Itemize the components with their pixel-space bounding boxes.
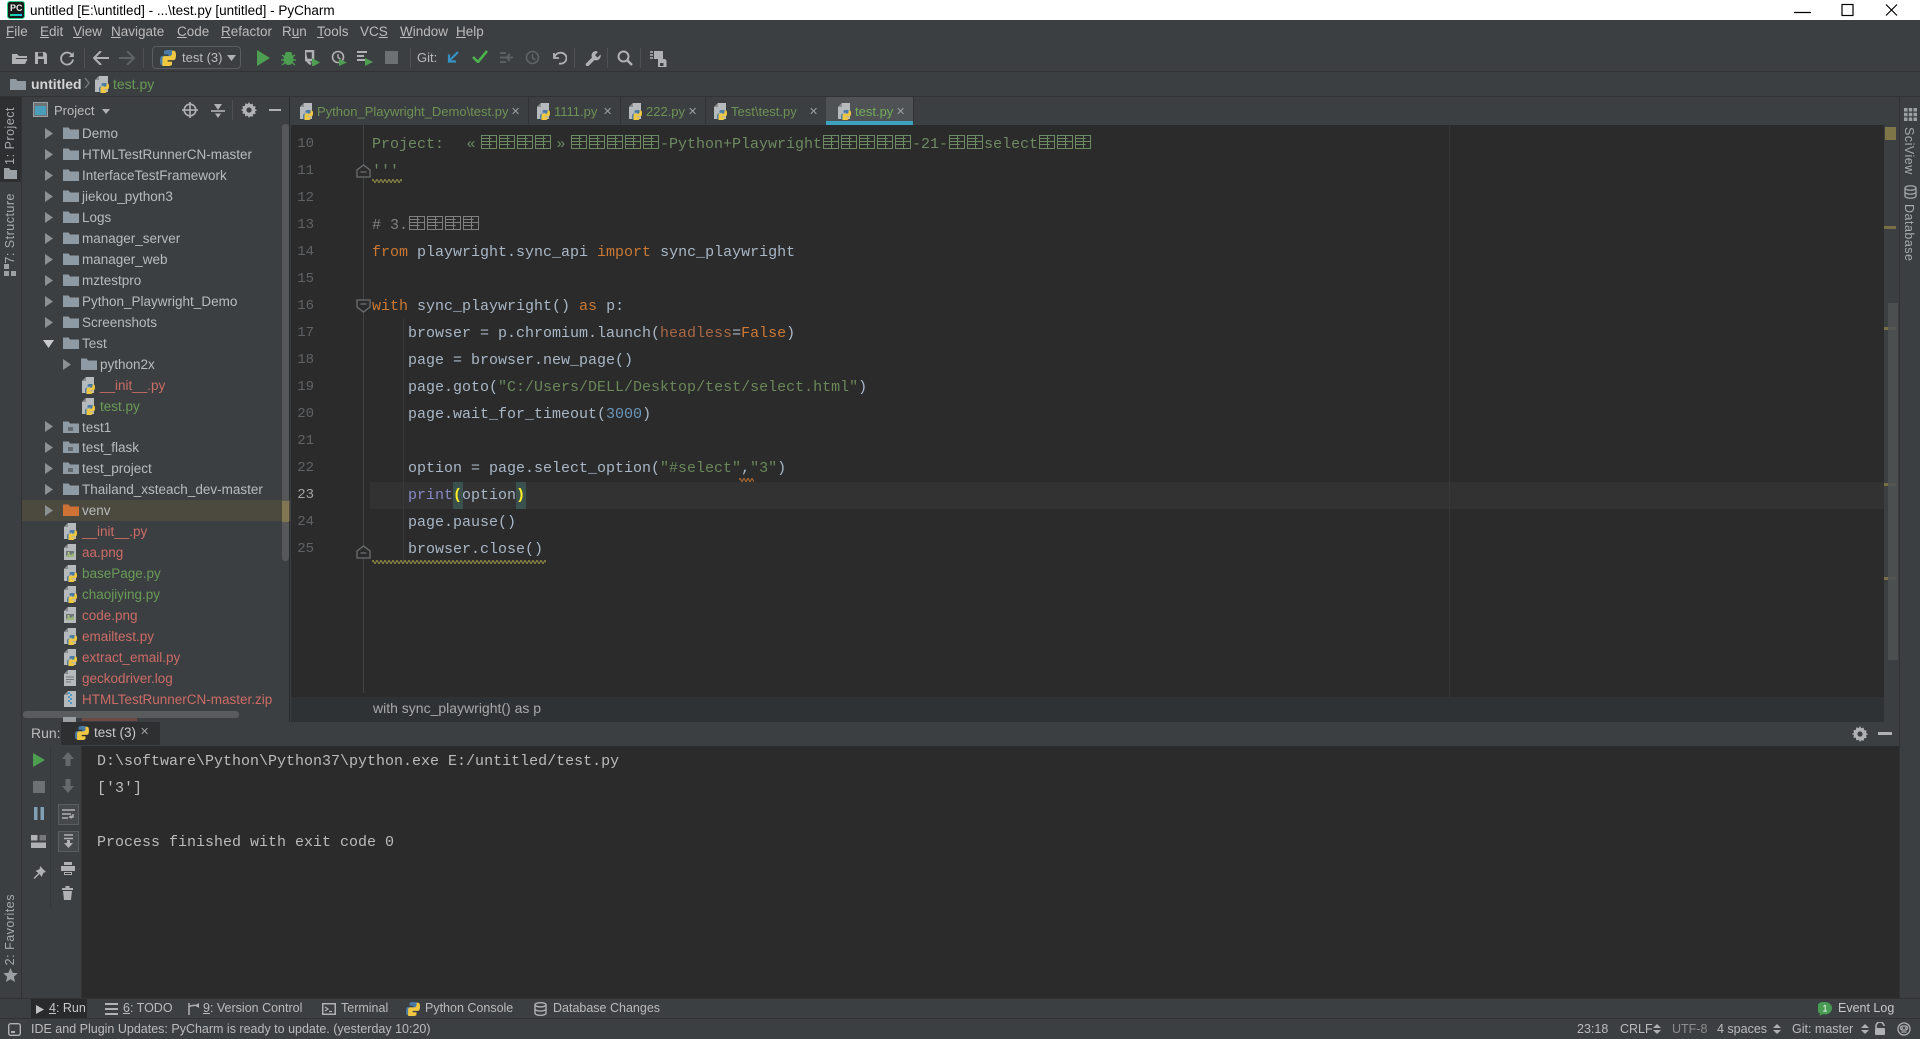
svg-text:1: 1 — [1822, 1004, 1827, 1014]
